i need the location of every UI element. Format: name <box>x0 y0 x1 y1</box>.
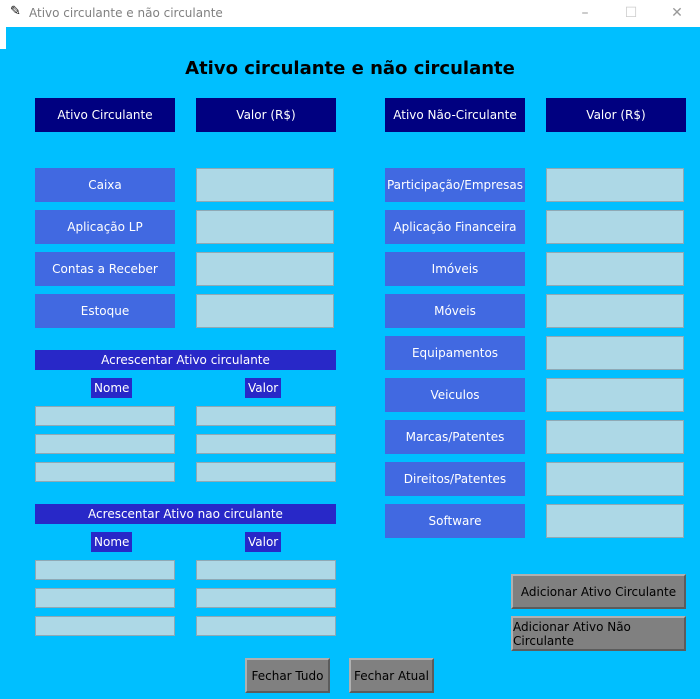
page-title: Ativo circulante e não circulante <box>185 58 515 79</box>
label-equipamentos: Equipamentos <box>385 336 525 370</box>
label-aplicacao-financeira: Aplicação Financeira <box>385 210 525 244</box>
adicionar-ativo-nao-circulante-button[interactable]: Adicionar Ativo Não Circulante <box>511 616 686 651</box>
minimize-button[interactable]: – <box>562 0 608 27</box>
add-circulante-valor-input-3[interactable] <box>196 462 336 482</box>
add-nao-circulante-valor-input-1[interactable] <box>196 560 336 580</box>
input-contas-a-receber[interactable] <box>196 252 334 286</box>
header-valor-nao-circulante: Valor (R$) <box>546 98 686 132</box>
add-circulante-nome-input-2[interactable] <box>35 434 175 454</box>
add-circulante-valor-input-2[interactable] <box>196 434 336 454</box>
add-circulante-nome-input-3[interactable] <box>35 462 175 482</box>
window-notch <box>0 27 6 49</box>
label-moveis: Móveis <box>385 294 525 328</box>
add-nao-circulante-nome-input-2[interactable] <box>35 588 175 608</box>
add-nao-circulante-valor-input-2[interactable] <box>196 588 336 608</box>
input-caixa[interactable] <box>196 168 334 202</box>
add-nao-circulante-title: Acrescentar Ativo nao circulante <box>35 504 336 524</box>
feather-icon: ✎ <box>10 4 21 19</box>
label-veiculos: Veiculos <box>385 378 525 412</box>
input-aplicacao-lp[interactable] <box>196 210 334 244</box>
label-aplicacao-lp: Aplicação LP <box>35 210 175 244</box>
header-ativo-circulante: Ativo Circulante <box>35 98 175 132</box>
input-direitos-patentes[interactable] <box>546 462 684 496</box>
add-nao-circulante-valor-label: Valor <box>245 532 282 552</box>
add-circulante-valor-input-1[interactable] <box>196 406 336 426</box>
add-circulante-title: Acrescentar Ativo circulante <box>35 350 336 370</box>
label-participacao-empresas: Participação/Empresas <box>385 168 525 202</box>
input-veiculos[interactable] <box>546 378 684 412</box>
fechar-atual-button[interactable]: Fechar Atual <box>349 658 434 693</box>
input-aplicacao-financeira[interactable] <box>546 210 684 244</box>
add-nao-circulante-nome-input-1[interactable] <box>35 560 175 580</box>
label-direitos-patentes: Direitos/Patentes <box>385 462 525 496</box>
input-equipamentos[interactable] <box>546 336 684 370</box>
add-nao-circulante-nome-label: Nome <box>91 532 133 552</box>
input-software[interactable] <box>546 504 684 538</box>
maximize-button[interactable]: ☐ <box>608 0 654 27</box>
input-participacao-empresas[interactable] <box>546 168 684 202</box>
close-button[interactable]: ✕ <box>654 0 700 27</box>
label-software: Software <box>385 504 525 538</box>
add-circulante-valor-label: Valor <box>245 378 282 398</box>
add-circulante-nome-label: Nome <box>91 378 133 398</box>
input-marcas-patentes[interactable] <box>546 420 684 454</box>
input-imoveis[interactable] <box>546 252 684 286</box>
add-circulante-nome-input-1[interactable] <box>35 406 175 426</box>
window-titlebar: ✎ Ativo circulante e não circulante – ☐ … <box>0 0 700 27</box>
label-contas-a-receber: Contas a Receber <box>35 252 175 286</box>
label-estoque: Estoque <box>35 294 175 328</box>
label-marcas-patentes: Marcas/Patentes <box>385 420 525 454</box>
add-nao-circulante-valor-input-3[interactable] <box>196 616 336 636</box>
input-estoque[interactable] <box>196 294 334 328</box>
label-imoveis: Imóveis <box>385 252 525 286</box>
add-nao-circulante-nome-input-3[interactable] <box>35 616 175 636</box>
fechar-tudo-button[interactable]: Fechar Tudo <box>245 658 330 693</box>
adicionar-ativo-circulante-button[interactable]: Adicionar Ativo Circulante <box>511 574 686 609</box>
header-valor-circulante: Valor (R$) <box>196 98 336 132</box>
label-caixa: Caixa <box>35 168 175 202</box>
header-ativo-nao-circulante: Ativo Não-Circulante <box>385 98 525 132</box>
window-title: Ativo circulante e não circulante <box>29 6 223 20</box>
input-moveis[interactable] <box>546 294 684 328</box>
